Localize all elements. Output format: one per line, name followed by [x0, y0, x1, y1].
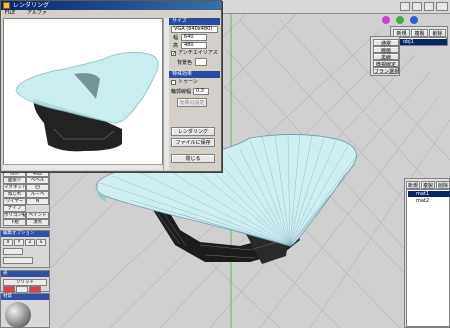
- height-label: 高: [173, 43, 179, 49]
- edit-option-panel: 編集オプション X Y Z S: [0, 230, 50, 268]
- green-diamond-icon[interactable]: [396, 16, 404, 24]
- effects-panel-head: 特殊効果: [169, 71, 220, 78]
- vertical-scrollbar[interactable]: [163, 18, 169, 170]
- red-tool-icon[interactable]: [3, 286, 15, 293]
- material-sphere-preview: [5, 302, 31, 328]
- app-icon: [3, 2, 10, 9]
- mode-lineart-button[interactable]: 線画: [373, 46, 399, 54]
- paint-button[interactable]: ペイント: [26, 212, 49, 219]
- outline-width-label: 輪郭線幅: [171, 89, 192, 95]
- edit-option-head: 編集オプション: [1, 231, 49, 237]
- width-field[interactable]: 640: [181, 34, 207, 41]
- axis-s-button[interactable]: S: [36, 239, 46, 246]
- bevel-button[interactable]: ベベル: [26, 177, 49, 184]
- outline-width-field[interactable]: 0.3: [193, 88, 209, 95]
- bg-color-swatch[interactable]: [195, 58, 207, 66]
- display-head: 表: [1, 271, 49, 277]
- copy-material-button[interactable]: 複製: [421, 181, 435, 189]
- view-button[interactable]: [436, 2, 448, 11]
- display-panel: 表 ソリッド: [0, 270, 50, 293]
- save-to-file-button[interactable]: ファイルに保存: [171, 138, 215, 147]
- view-button[interactable]: [412, 2, 422, 11]
- option-button[interactable]: [3, 257, 33, 264]
- effects-settings-button[interactable]: 効果の設定: [177, 98, 207, 107]
- mode-micro-button[interactable]: 微視線定: [373, 60, 399, 68]
- option-button[interactable]: [3, 248, 23, 255]
- render-window-title[interactable]: レンダリング: [1, 1, 221, 10]
- size-select[interactable]: VGA (640x480): [171, 26, 218, 33]
- material-head: 材質: [1, 294, 49, 300]
- render-preview: [3, 18, 163, 170]
- copy-object-button[interactable]: 複製: [411, 29, 428, 37]
- size-panel-head: サイズ: [169, 18, 220, 25]
- mode-normal-button[interactable]: 通常: [373, 39, 399, 47]
- mode-plan-button[interactable]: ブラン選択: [373, 67, 399, 75]
- list-item[interactable]: mat2: [408, 198, 450, 204]
- antialias-checkbox[interactable]: ✓: [171, 51, 176, 57]
- display-mode-panel: 通常 線画 黒線 微視線定 ブラン選択: [370, 36, 400, 76]
- mode-black-button[interactable]: 黒線: [373, 53, 399, 61]
- preview-image: [4, 19, 162, 169]
- menu-alpha[interactable]: アルファ: [27, 10, 47, 16]
- menu-file[interactable]: FILE: [5, 10, 15, 16]
- tool-icon[interactable]: [16, 286, 28, 293]
- twist-button[interactable]: ねじれ: [3, 191, 26, 198]
- material-preview-panel: 材質: [0, 293, 50, 328]
- axis-y-button[interactable]: Y: [14, 239, 24, 246]
- pink-diamond-icon[interactable]: [382, 16, 390, 24]
- close-button[interactable]: 閉じる: [171, 154, 215, 163]
- vertex-button[interactable]: 頂点: [26, 219, 49, 226]
- horizontal-scrollbar[interactable]: [3, 164, 163, 170]
- bg-color-label: 背景色: [177, 60, 193, 66]
- width-label: 幅: [173, 35, 179, 41]
- delete-material-button[interactable]: 削除: [436, 181, 450, 189]
- rotate-button[interactable]: 回: [26, 184, 49, 191]
- face-fill-button[interactable]: 面張り: [3, 177, 26, 184]
- wire-button[interactable]: ワイヤー: [3, 198, 26, 205]
- solid-wire-toggle[interactable]: ソリッド: [3, 279, 47, 286]
- red-tool-icon[interactable]: [29, 286, 41, 293]
- axis-x-button[interactable]: X: [3, 239, 13, 246]
- material-panel: 新規 複製 削除 mat1 mat2: [404, 178, 450, 328]
- underlay-button[interactable]: 下絵: [3, 219, 26, 226]
- height-field[interactable]: 480: [181, 42, 207, 49]
- delete-object-button[interactable]: 削除: [429, 29, 446, 37]
- axis-z-button[interactable]: Z: [25, 239, 35, 246]
- list-item[interactable]: mat1: [408, 191, 450, 197]
- magnet-button[interactable]: マグネット: [3, 184, 26, 191]
- list-item[interactable]: obj1: [395, 39, 447, 45]
- polygon-convert-button[interactable]: ポリゴン転生: [3, 212, 26, 219]
- knife-button[interactable]: ナイフ: [3, 205, 26, 212]
- render-button[interactable]: レンダリング: [171, 127, 215, 136]
- material-list: mat1 mat2: [406, 189, 450, 327]
- new-material-button[interactable]: 新規: [406, 181, 420, 189]
- view-button[interactable]: [424, 2, 434, 11]
- blue-diamond-icon[interactable]: [410, 16, 418, 24]
- object-list: obj1: [393, 37, 447, 46]
- render-menu-bar: FILE アルファ: [1, 10, 221, 17]
- n-button[interactable]: N: [26, 198, 49, 205]
- loupe-button[interactable]: ルーペ: [26, 191, 49, 198]
- antialias-label: アンチエイリアス: [178, 50, 218, 56]
- toon-label: トゥーン: [178, 79, 198, 85]
- view-button[interactable]: [400, 2, 410, 11]
- toon-checkbox[interactable]: [171, 80, 176, 85]
- render-window: レンダリング FILE アルファ サイズ VGA (640x480) 幅 640…: [0, 0, 222, 172]
